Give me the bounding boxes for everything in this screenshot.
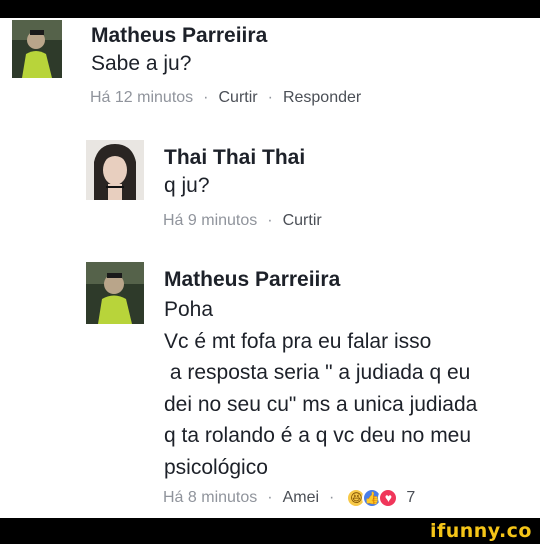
- comment-line: a resposta seria " a judiada q eu: [164, 361, 471, 384]
- comment-timestamp[interactable]: Há 12 minutos: [90, 89, 193, 106]
- love-icon: ♥: [378, 488, 399, 508]
- like-link[interactable]: Curtir: [283, 212, 322, 229]
- comment-author[interactable]: Matheus Parreiira: [91, 24, 267, 48]
- separator: ·: [267, 89, 273, 106]
- separator: ·: [329, 489, 335, 506]
- comment-thread: Matheus Parreiira Sabe a ju? Há 12 minut…: [0, 18, 540, 518]
- comment-meta: Há 8 minutos · Amei · 😆 👍 ♥ 7: [163, 488, 415, 508]
- comment-timestamp[interactable]: Há 9 minutos: [163, 212, 257, 229]
- reply-link[interactable]: Responder: [283, 89, 361, 106]
- comment-meta: Há 9 minutos · Curtir: [163, 212, 322, 230]
- reactions-summary[interactable]: 😆 👍 ♥ 7: [346, 488, 415, 508]
- comment-author[interactable]: Thai Thai Thai: [164, 146, 305, 170]
- separator: ·: [267, 212, 273, 229]
- comment-line: Poha: [164, 298, 214, 321]
- separator: ·: [267, 489, 273, 506]
- comment-text: Sabe a ju?: [91, 52, 192, 75]
- comment-line: Vc é mt fofa pra eu falar isso: [164, 329, 432, 353]
- ifunny-watermark: ifunny.co: [429, 520, 532, 542]
- comment-timestamp[interactable]: Há 8 minutos: [163, 489, 257, 507]
- reaction-link[interactable]: Amei: [283, 489, 319, 507]
- bottom-black-bar: ifunny.co: [0, 518, 540, 544]
- reaction-count: 7: [406, 489, 416, 506]
- top-black-bar: [0, 0, 540, 18]
- avatar[interactable]: [86, 262, 144, 324]
- avatar[interactable]: [12, 20, 62, 78]
- like-link[interactable]: Curtir: [219, 89, 258, 106]
- comment-line: dei no seu cu" ms a unica judiada: [164, 392, 478, 416]
- comment-text: q ju?: [164, 174, 210, 197]
- comment-author[interactable]: Matheus Parreiira: [164, 268, 340, 292]
- comment-line: psicológico: [164, 455, 268, 479]
- comment-line: q ta rolando é a q vc deu no meu: [164, 424, 472, 447]
- avatar[interactable]: [86, 140, 144, 200]
- separator: ·: [203, 89, 209, 106]
- comment-meta: Há 12 minutos · Curtir · Responder: [90, 89, 361, 107]
- comment-text: Poha Vc é mt fofa pra eu falar isso a re…: [164, 294, 477, 483]
